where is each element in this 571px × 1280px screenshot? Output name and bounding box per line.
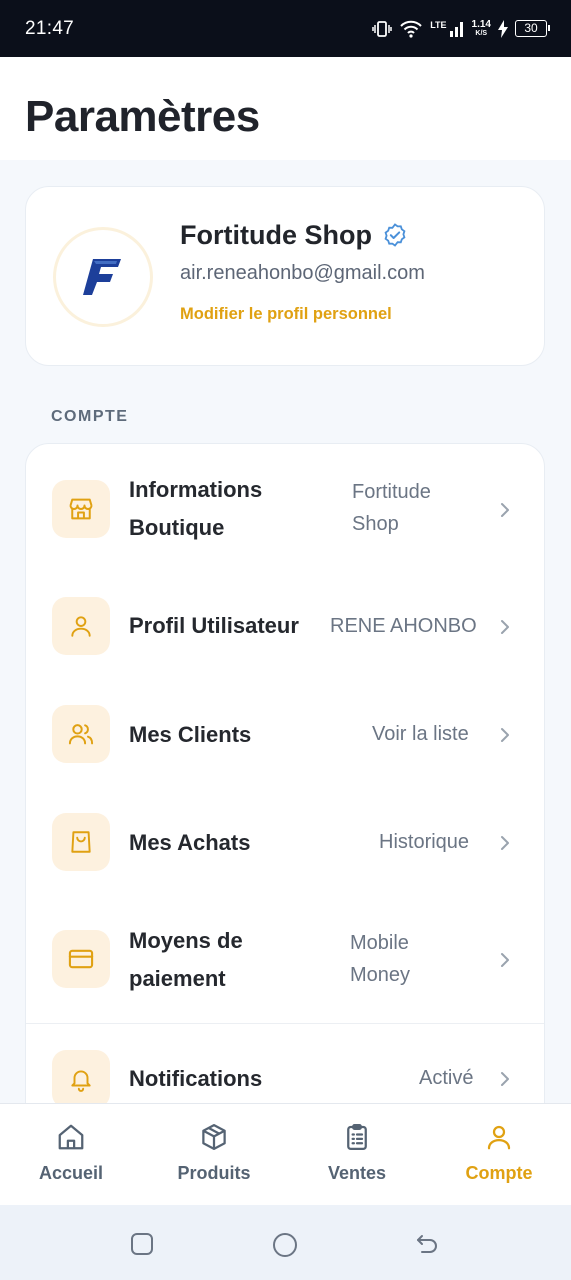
battery-level: 30 (524, 21, 538, 35)
home-icon (58, 1124, 84, 1150)
settings-row-user-profile[interactable]: Profil Utilisateur RENE AHONBO (26, 574, 544, 674)
settings-row-value: Historique (379, 831, 470, 853)
nav-item-accueil[interactable]: Accueil (0, 1104, 142, 1206)
chevron-right-icon (501, 1072, 509, 1086)
vibrate-icon (372, 20, 392, 37)
net-speed-unit: K/S (475, 29, 488, 37)
settings-row-value: Voir la liste (372, 723, 469, 745)
nav-label: Accueil (38, 1163, 104, 1183)
wifi-icon (400, 20, 422, 38)
box-icon (202, 1124, 226, 1150)
credit-card-icon (52, 930, 110, 988)
nav-item-ventes[interactable]: Ventes (286, 1104, 428, 1206)
chevron-right-icon (501, 620, 509, 634)
network-type: LTE (430, 19, 447, 30)
settings-row-label-line1: Informations (129, 477, 263, 502)
signal-icon (449, 21, 463, 37)
settings-row-label-line2: paiement (129, 966, 226, 991)
back-icon[interactable] (414, 1232, 440, 1258)
settings-row-value-line1: Fortitude (352, 481, 431, 503)
bell-icon (52, 1050, 110, 1108)
logo-letter: F (83, 255, 84, 256)
clipboard-list-icon (347, 1124, 367, 1150)
charging-icon (498, 19, 508, 38)
settings-row-value-line2: Money (350, 964, 411, 986)
settings-row-label: Notifications (129, 1066, 263, 1091)
store-icon (52, 480, 110, 538)
settings-list: Informations Boutique Fortitude Shop Pro… (25, 443, 545, 1143)
nav-label: Compte (465, 1163, 533, 1183)
user-icon (487, 1125, 511, 1150)
page-title: Paramètres (25, 92, 260, 141)
settings-row-value: Activé (419, 1067, 474, 1089)
settings-row-label: Mes Achats (129, 830, 251, 855)
recent-apps-icon[interactable] (130, 1232, 154, 1256)
chevron-right-icon (501, 836, 509, 850)
net-speed: 1.14 K/S (471, 18, 491, 38)
header: Paramètres (0, 57, 571, 160)
verified-check-icon (384, 223, 406, 247)
settings-row-clients[interactable]: Mes Clients Voir la liste (26, 684, 544, 784)
status-icons: LTE 1.14 K/S 30 (372, 18, 550, 38)
user-icon (52, 597, 110, 655)
settings-row-label: Mes Clients (129, 722, 252, 747)
system-nav-bar (0, 1205, 571, 1280)
chevron-right-icon (501, 503, 509, 517)
settings-row-payment-methods[interactable]: Moyens de paiement Mobile Money (26, 900, 544, 1024)
profile-card[interactable]: F Fortitude Shop air.reneahonbo@gmail.co… (25, 186, 545, 366)
edit-profile-link[interactable]: Modifier le profil personnel (180, 305, 392, 324)
nav-label: Ventes (327, 1163, 387, 1183)
profile-name: Fortitude Shop (180, 220, 372, 250)
cell-signal: LTE (430, 19, 464, 37)
shopping-bag-icon (52, 813, 110, 871)
net-speed-value: 1.14 (471, 18, 491, 30)
status-time: 21:47 (25, 17, 75, 39)
battery-indicator: 30 (515, 20, 550, 37)
settings-row-shop-info[interactable]: Informations Boutique Fortitude Shop (26, 444, 544, 574)
home-button-icon[interactable] (272, 1232, 298, 1258)
avatar: F (53, 227, 153, 327)
shop-logo: F (83, 255, 121, 295)
settings-row-value-line1: Mobile (350, 932, 409, 954)
status-bar: 21:47 LTE 1.14 K/S 30 (0, 0, 571, 57)
settings-row-label: Profil Utilisateur (129, 613, 299, 638)
settings-row-purchases[interactable]: Mes Achats Historique (26, 792, 544, 892)
chevron-right-icon (501, 728, 509, 742)
nav-item-compte[interactable]: Compte (428, 1104, 570, 1206)
profile-email: air.reneahonbo@gmail.com (180, 262, 425, 284)
settings-row-value-line2: Shop (352, 513, 399, 535)
nav-label: Produits (177, 1163, 251, 1183)
bottom-nav: Accueil Produits Ventes Compte (0, 1103, 571, 1205)
chevron-right-icon (501, 953, 509, 967)
nav-item-produits[interactable]: Produits (143, 1104, 285, 1206)
section-label: COMPTE (51, 408, 129, 425)
users-icon (52, 705, 110, 763)
settings-row-label-line2: Boutique (129, 515, 225, 540)
settings-row-label-line1: Moyens de (129, 928, 243, 953)
settings-row-value: RENE AHONBO (330, 615, 477, 637)
